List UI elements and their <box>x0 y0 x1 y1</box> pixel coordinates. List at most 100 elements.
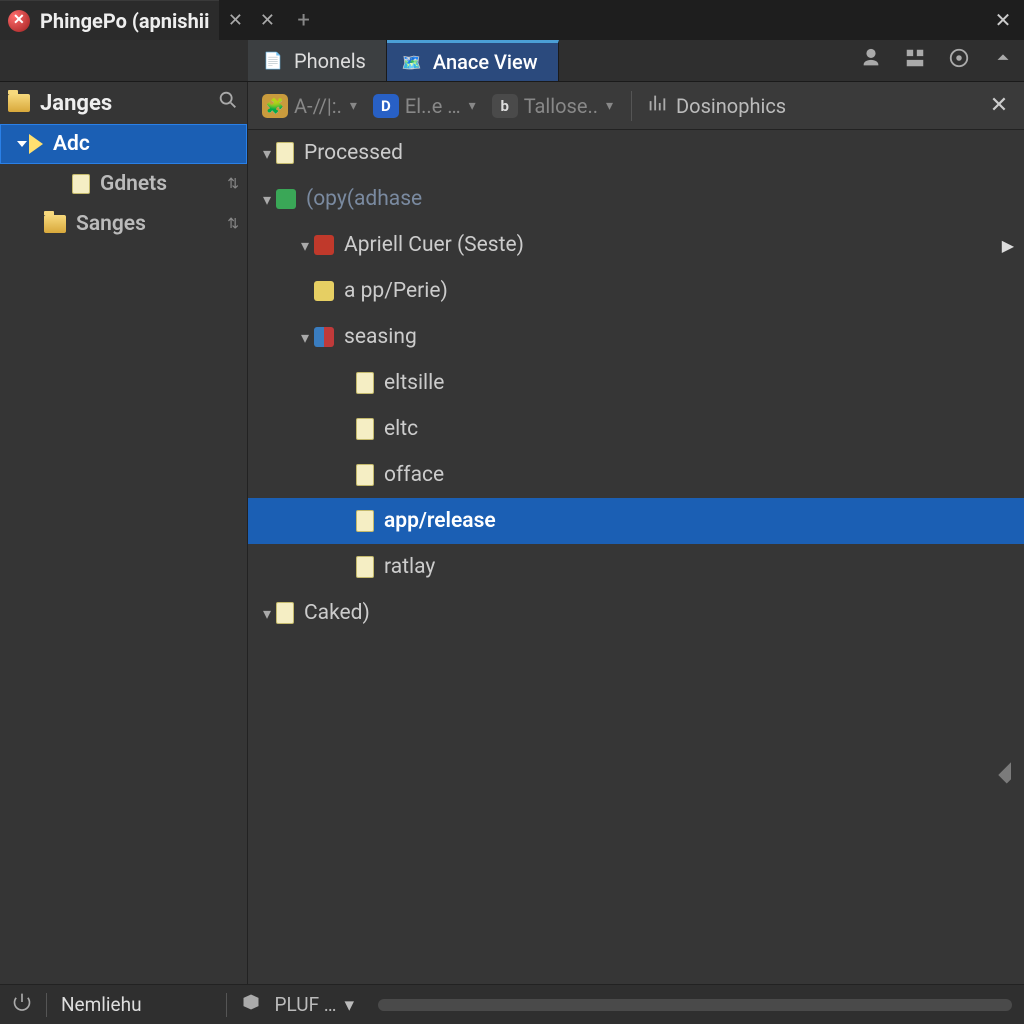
workspace: Janges Adc Gdnets ⇅ Sanges ⇅ 🧩 A-//| <box>0 82 1024 984</box>
tab-anace-view[interactable]: 🗺️ Anace View <box>387 40 559 81</box>
window-close-button[interactable]: ✕ <box>988 6 1018 34</box>
sidebar-item-label: Adc <box>53 132 90 156</box>
status-mode-label: PLUF … <box>275 993 337 1016</box>
tree-row[interactable]: eltc <box>248 406 1024 452</box>
page-icon <box>356 372 374 394</box>
folder-icon <box>44 215 66 233</box>
tree-item-label: (opy(adhase <box>306 187 422 211</box>
page-icon <box>356 556 374 578</box>
chevron-down-icon[interactable]: ▾ <box>258 144 276 163</box>
tree-row[interactable]: ▾ (opy(adhase <box>248 176 1024 222</box>
tree-row[interactable]: a pp/Perie) <box>248 268 1024 314</box>
panel-close-button[interactable]: ✕ <box>984 93 1014 118</box>
status-bar: Nemliehu PLUF … ▾ <box>0 984 1024 1024</box>
sidebar-item-label: Gdnets <box>100 172 167 196</box>
tree-row[interactable]: offace <box>248 452 1024 498</box>
tree-item-label: ratlay <box>384 555 435 579</box>
tree-row[interactable]: ratlay <box>248 544 1024 590</box>
sidebar-title: Janges <box>40 91 112 116</box>
tree-row[interactable]: eltsille <box>248 360 1024 406</box>
title-bar: PhingePo (apnishii ✕ ✕ + ✕ <box>0 0 1024 40</box>
tabstrip-right-controls <box>858 40 1024 81</box>
tree-row[interactable]: ▾ Apriell Cuer (Seste) ▶ <box>248 222 1024 268</box>
tree-row[interactable]: ▾ Caked) <box>248 590 1024 636</box>
tab-close-1-icon[interactable]: ✕ <box>219 10 251 31</box>
crumb-3[interactable]: b Tallose.. ▾ <box>488 92 617 120</box>
user-icon[interactable] <box>858 47 884 75</box>
chevron-down-icon[interactable]: ▾ <box>469 98 476 114</box>
tab-phonels[interactable]: 📄 Phonels <box>248 40 387 81</box>
sidebar-item-adc[interactable]: Adc <box>0 124 247 164</box>
tree-area: ▾ Processed ▾ (opy(adhase ▾ Apriell Cuer (Ses… <box>248 130 1024 984</box>
status-text: Nemliehu <box>61 993 142 1016</box>
chevron-down-icon[interactable]: ▾ <box>606 98 613 114</box>
window-title: PhingePo (apnishii <box>40 9 209 33</box>
drag-handle-icon[interactable]: ⇅ <box>227 216 239 232</box>
breadcrumb-bar: 🧩 A-//|:. ▾ D El..e … ▾ b Tallose.. ▾ Do… <box>248 82 1024 130</box>
chart-icon <box>646 92 668 119</box>
scroll-indicator-icon <box>998 762 1023 787</box>
tree-item-label: a pp/Perie) <box>344 279 448 303</box>
separator <box>226 993 227 1017</box>
chevron-down-icon[interactable]: ▾ <box>296 328 314 347</box>
chevron-down-icon[interactable]: ▾ <box>258 604 276 623</box>
crumb-3-icon: b <box>492 94 518 118</box>
tree-item-label: Processed <box>304 141 403 165</box>
window-app-tab[interactable]: PhingePo (apnishii <box>0 0 219 40</box>
crumb-2[interactable]: D El..e … ▾ <box>369 92 480 120</box>
file-icon <box>72 174 90 194</box>
crumb-1[interactable]: 🧩 A-//|:. ▾ <box>258 92 361 120</box>
drag-handle-icon[interactable]: ⇅ <box>227 176 239 192</box>
sidebar-item-label: Sanges <box>76 212 146 236</box>
tree-row[interactable]: app/release <box>248 498 1024 544</box>
chevron-down-icon[interactable]: ▾ <box>350 98 357 114</box>
multi-square-icon <box>314 327 334 347</box>
tab-phonels-label: Phonels <box>294 49 366 73</box>
chevron-down-icon[interactable]: ▾ <box>258 190 276 209</box>
target-icon[interactable] <box>946 47 972 75</box>
tree-item-label: Apriell Cuer (Seste) <box>344 233 524 257</box>
horizontal-scrollbar[interactable] <box>378 999 1012 1011</box>
tree-item-label: eltsille <box>384 371 444 395</box>
tree-item-label: seasing <box>344 325 417 349</box>
tree-item-label: app/release <box>384 509 496 533</box>
collapse-icon[interactable] <box>990 47 1016 75</box>
tree-item-label: offace <box>384 463 444 487</box>
yellowish-square-icon <box>314 281 334 301</box>
crumb-metrics-label: Dosinophics <box>676 94 786 118</box>
green-square-icon <box>276 189 296 209</box>
tab-phonels-icon: 📄 <box>262 50 284 72</box>
tab-close-2-icon[interactable]: ✕ <box>251 10 283 31</box>
tab-anace-view-label: Anace View <box>433 50 538 74</box>
sidebar-search-icon[interactable] <box>217 89 239 117</box>
page-icon <box>356 510 374 532</box>
chevron-down-icon <box>15 137 29 151</box>
crumb-2-icon: D <box>373 94 399 118</box>
tree-item-label: eltc <box>384 417 418 441</box>
sidebar: Janges Adc Gdnets ⇅ Sanges ⇅ <box>0 82 248 984</box>
page-icon <box>356 418 374 440</box>
app-logo-icon <box>8 10 30 32</box>
run-icon[interactable]: ▶ <box>1002 236 1014 255</box>
red-square-icon <box>314 235 334 255</box>
power-icon[interactable] <box>12 992 32 1017</box>
status-mode-dropdown[interactable]: PLUF … ▾ <box>275 993 355 1016</box>
tree-item-label: Caked) <box>304 601 370 625</box>
page-icon <box>276 602 294 624</box>
chevron-down-icon[interactable]: ▾ <box>296 236 314 255</box>
crumb-metrics[interactable]: Dosinophics <box>646 92 786 119</box>
package-icon[interactable] <box>241 992 261 1017</box>
tree-row[interactable]: ▾ seasing <box>248 314 1024 360</box>
play-icon <box>29 134 43 154</box>
crumb-2-label: El..e … <box>405 94 461 118</box>
main-panel: 🧩 A-//|:. ▾ D El..e … ▾ b Tallose.. ▾ Do… <box>248 82 1024 984</box>
tree-row[interactable]: ▾ Processed <box>248 130 1024 176</box>
sidebar-item-sanges[interactable]: Sanges ⇅ <box>0 204 247 244</box>
separator <box>631 91 632 121</box>
sidebar-item-gdnets[interactable]: Gdnets ⇅ <box>0 164 247 204</box>
layout-icon[interactable] <box>902 47 928 75</box>
page-icon <box>356 464 374 486</box>
new-tab-button[interactable]: + <box>283 8 323 33</box>
separator <box>46 993 47 1017</box>
sidebar-header: Janges <box>0 82 247 124</box>
